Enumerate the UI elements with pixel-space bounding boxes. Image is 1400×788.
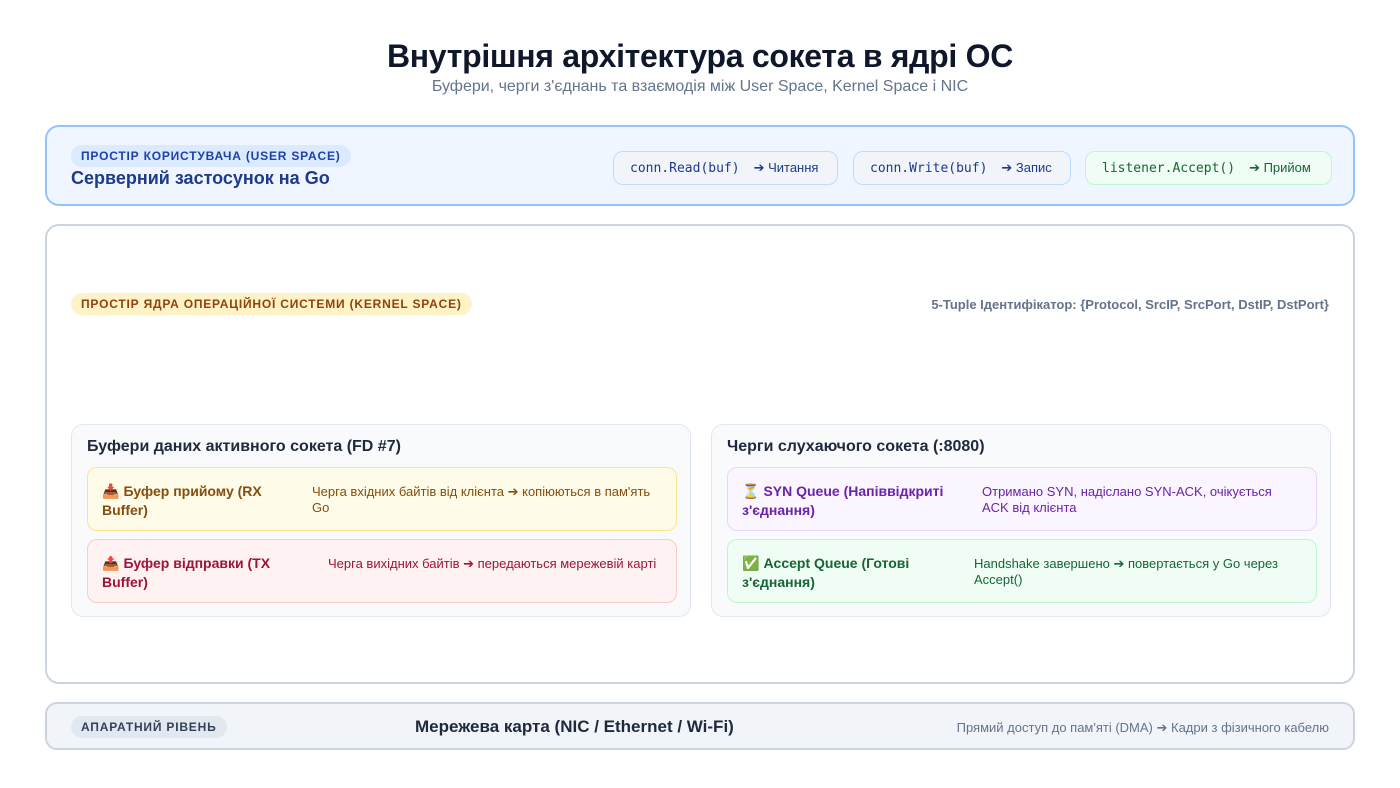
rx-buffer-box: 📥 Буфер прийому (RX Buffer) Черга вхідних… xyxy=(87,467,677,531)
accept-queue-desc: Handshake завершено ➔ повертається у Go … xyxy=(974,556,1278,587)
active-socket-title: Буфери даних активного сокета (FD #7) xyxy=(87,438,401,455)
inbox-tray-icon: 📥 xyxy=(102,484,120,500)
syn-queue-name: ⏳ SYN Queue (Напіввідкриті з'єднання) xyxy=(742,482,972,519)
accept-queue-label: Accept Queue (Готові з'єднання) xyxy=(742,555,910,590)
go-app-title: Серверний застосунок на Go xyxy=(71,168,330,188)
listener-accept-label: ➔ Прийом xyxy=(1249,160,1311,175)
page-title: Внутрішня архітектура сокета в ядрі ОС xyxy=(386,38,1014,74)
user-space-section: ПРОСТІР КОРИСТУВАЧА (USER SPACE) Серверн… xyxy=(45,125,1355,206)
user-space-badge: ПРОСТІР КОРИСТУВАЧА (USER SPACE) xyxy=(71,145,351,167)
rx-buffer-name: 📥 Буфер прийому (RX Buffer) xyxy=(102,482,302,519)
rx-buffer-label: Буфер прийому (RX Buffer) xyxy=(102,483,262,518)
hardware-section: АПАРАТНИЙ РІВЕНЬ Мережева карта (NIC / E… xyxy=(45,702,1355,750)
tx-buffer-desc: Черга вихідних байтів ➔ передаються мере… xyxy=(328,556,657,571)
check-mark-icon: ✅ xyxy=(742,556,760,572)
syn-queue-box: ⏳ SYN Queue (Напіввідкриті з'єднання) Отр… xyxy=(727,467,1317,531)
nic-title: Мережева карта (NIC / Ethernet / Wi-Fi) xyxy=(415,717,734,736)
conn-read-code: conn.Read(buf) xyxy=(630,160,740,176)
conn-write-op: conn.Write(buf) ➔ Запис xyxy=(853,151,1071,185)
tx-buffer-label: Буфер відправки (TX Buffer) xyxy=(102,555,271,590)
listener-accept-op: listener.Accept() ➔ Прийом xyxy=(1085,151,1332,185)
conn-read-label: ➔ Читання xyxy=(753,160,819,175)
active-socket-panel: Буфери даних активного сокета (FD #7) 📥 Б… xyxy=(71,424,691,617)
listener-accept-code: listener.Accept() xyxy=(1102,160,1236,176)
page-subtitle: Буфери, черги з'єднань та взаємодія між … xyxy=(431,78,969,95)
outbox-tray-icon: 📤 xyxy=(102,556,120,572)
conn-write-label: ➔ Запис xyxy=(1001,160,1052,175)
dma-note: Прямий доступ до пам'яті (DMA) ➔ Кадри з… xyxy=(956,720,1329,735)
listening-socket-panel: Черги слухаючого сокета (:8080) ⏳ SYN Que… xyxy=(711,424,1331,617)
conn-write-code: conn.Write(buf) xyxy=(870,160,988,176)
accept-queue-box: ✅ Accept Queue (Готові з'єднання) Handsha… xyxy=(727,539,1317,603)
rx-buffer-desc: Черга вхідних байтів від клієнта ➔ копію… xyxy=(312,484,651,515)
kernel-space-section: ПРОСТІР ЯДРА ОПЕРАЦІЙНОЇ СИСТЕМИ (KERNEL… xyxy=(45,224,1355,684)
five-tuple-label: 5-Tuple Ідентифікатор: {Protocol, SrcIP,… xyxy=(931,297,1329,312)
conn-read-op: conn.Read(buf) ➔ Читання xyxy=(613,151,838,185)
hardware-badge: АПАРАТНИЙ РІВЕНЬ xyxy=(71,716,227,738)
syn-queue-label: SYN Queue (Напіввідкриті з'єднання) xyxy=(742,483,944,518)
hourglass-icon: ⏳ xyxy=(742,484,760,500)
tx-buffer-name: 📤 Буфер відправки (TX Buffer) xyxy=(102,554,312,591)
listening-socket-title: Черги слухаючого сокета (:8080) xyxy=(727,438,985,455)
kernel-space-badge: ПРОСТІР ЯДРА ОПЕРАЦІЙНОЇ СИСТЕМИ (KERNEL… xyxy=(71,293,472,315)
tx-buffer-box: 📤 Буфер відправки (TX Buffer) Черга вихід… xyxy=(87,539,677,603)
accept-queue-name: ✅ Accept Queue (Готові з'єднання) xyxy=(742,554,962,591)
syn-queue-desc: Отримано SYN, надіслано SYN-ACK, очікуєт… xyxy=(982,484,1272,515)
